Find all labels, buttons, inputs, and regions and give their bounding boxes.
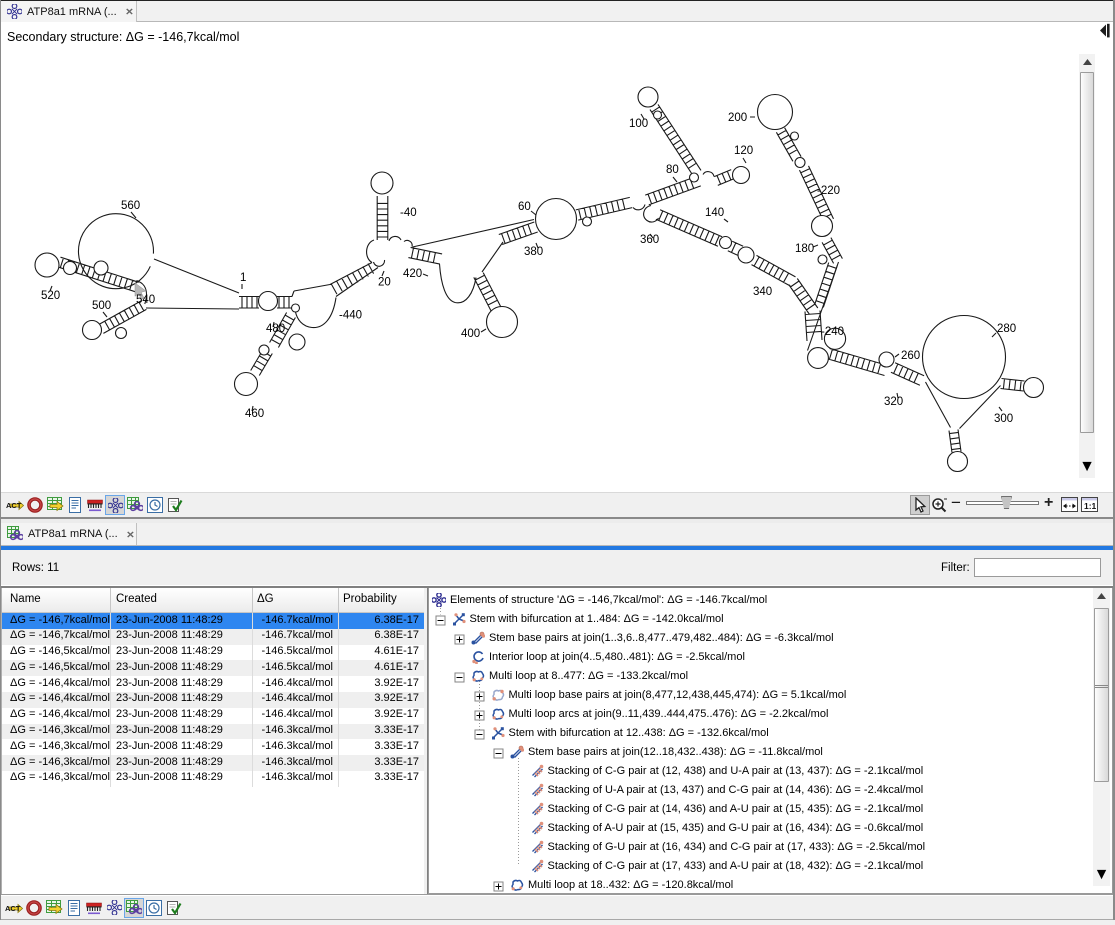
- svg-text:120: 120: [734, 145, 753, 157]
- svg-text:200: 200: [728, 112, 747, 124]
- svg-text:140: 140: [705, 207, 724, 219]
- svg-text:20: 20: [378, 277, 391, 289]
- svg-text:-220: -220: [817, 185, 840, 197]
- svg-text:ACT: ACT: [5, 904, 21, 913]
- svg-text:560: 560: [121, 200, 140, 212]
- svg-text:1:1: 1:1: [1084, 501, 1097, 511]
- svg-text:420: 420: [403, 268, 422, 280]
- svg-text:340: 340: [753, 286, 772, 298]
- svg-text:540: 540: [136, 294, 155, 306]
- svg-text:60: 60: [518, 201, 531, 213]
- svg-text:ACT: ACT: [6, 501, 22, 510]
- svg-text:520: 520: [41, 290, 60, 302]
- svg-text:300: 300: [994, 413, 1013, 425]
- svg-text:320: 320: [884, 396, 903, 408]
- svg-text:400: 400: [461, 328, 480, 340]
- svg-text:-440: -440: [339, 310, 362, 322]
- svg-text:500: 500: [92, 300, 111, 312]
- svg-text:480: 480: [266, 323, 285, 335]
- svg-text:-40: -40: [400, 207, 417, 219]
- svg-text:1: 1: [240, 272, 246, 284]
- svg-text:180: 180: [795, 243, 814, 255]
- svg-text:380: 380: [524, 246, 543, 258]
- svg-text:460: 460: [245, 408, 264, 420]
- svg-text:360: 360: [640, 234, 659, 246]
- svg-text:260: 260: [901, 350, 920, 362]
- svg-text:100: 100: [629, 118, 648, 130]
- svg-text:280: 280: [997, 323, 1016, 335]
- svg-text:-240: -240: [821, 326, 844, 338]
- svg-text:80: 80: [666, 164, 679, 176]
